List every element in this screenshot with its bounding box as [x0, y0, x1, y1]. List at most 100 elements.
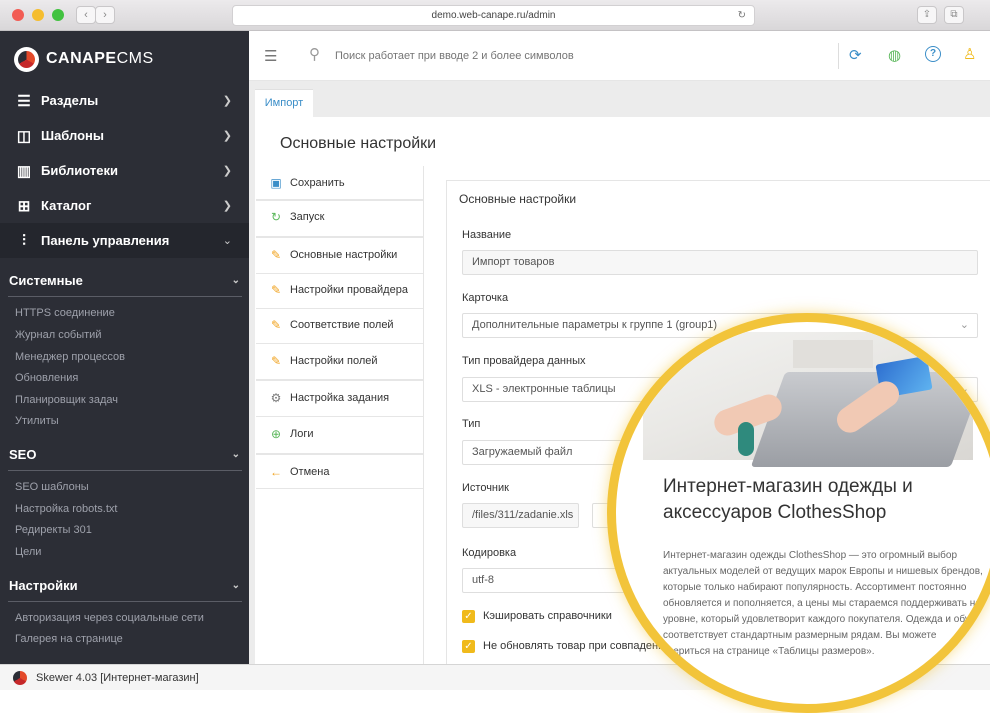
- nav-field-settings[interactable]: ✎ Настройки полей: [256, 353, 423, 369]
- reload-icon[interactable]: ↻: [738, 6, 746, 25]
- checkbox-label: Кэшировать справочники: [483, 610, 612, 622]
- minimize-window-button[interactable]: [32, 9, 44, 21]
- sidebar-item-label: Каталог: [41, 198, 92, 213]
- chevron-right-icon: ❯: [222, 95, 232, 107]
- section-seo-header[interactable]: SEO ⌄: [0, 437, 249, 471]
- plus-circle-icon: ⊕: [270, 427, 282, 441]
- action-label: Настройка задания: [290, 392, 390, 404]
- sidebar-item-label: Шаблоны: [41, 128, 104, 143]
- user-icon[interactable]: ♙: [963, 45, 976, 63]
- layout-icon: ◫: [16, 127, 32, 145]
- sidebar-link-https[interactable]: HTTPS соединение: [15, 307, 115, 319]
- action-label: Логи: [290, 428, 314, 440]
- brand-name: CANAPECMS: [46, 50, 154, 67]
- name-input[interactable]: Импорт товаров: [462, 250, 978, 275]
- divider: [256, 453, 423, 455]
- menu-toggle-icon[interactable]: ☰: [264, 47, 277, 65]
- sidebar-link-robots[interactable]: Настройка robots.txt: [15, 503, 117, 515]
- brand-logo[interactable]: CANAPECMS: [14, 46, 154, 72]
- sidebar-link-scheduler[interactable]: Планировщик задач: [15, 394, 118, 406]
- zoom-window-button[interactable]: [52, 9, 64, 21]
- action-label: Отмена: [290, 466, 330, 478]
- action-label: Настройки полей: [290, 355, 378, 367]
- gear-icon: ⚙: [270, 391, 282, 405]
- divider: [8, 470, 242, 471]
- save-button[interactable]: ▣ Сохранить: [256, 175, 423, 191]
- tabs-button[interactable]: ⧉: [944, 6, 964, 24]
- form-heading: Основные настройки: [459, 192, 577, 206]
- sidebar-link-social-auth[interactable]: Авторизация через социальные сети: [15, 612, 204, 624]
- nav-provider-settings[interactable]: ✎ Настройки провайдера: [256, 282, 423, 298]
- floppy-icon: ▣: [270, 176, 282, 190]
- sidebar-link-goals[interactable]: Цели: [15, 546, 41, 558]
- divider: [256, 199, 423, 201]
- search-input[interactable]: [335, 45, 815, 67]
- sync-icon[interactable]: ⟳: [849, 46, 862, 64]
- source-input[interactable]: /files/311/zadanie.xls: [462, 503, 579, 528]
- back-button[interactable]: ‹: [76, 6, 96, 24]
- status-text: Skewer 4.03 [Интернет-магазин]: [36, 671, 199, 684]
- chevron-down-icon: ⌄: [231, 579, 240, 591]
- page-title: Основные настройки: [280, 135, 437, 152]
- book-icon: ▥: [16, 162, 32, 180]
- sidebar-link-seo-templates[interactable]: SEO шаблоны: [15, 481, 89, 493]
- divider: [256, 308, 423, 309]
- section-system-header[interactable]: Системные ⌄: [0, 263, 249, 297]
- sidebar-link-event-log[interactable]: Журнал событий: [15, 329, 101, 341]
- divider: [256, 273, 423, 274]
- nav-task-settings[interactable]: ⚙ Настройка задания: [256, 390, 423, 406]
- site-preview-magnifier: Интернет-магазин одежды и аксессуаров Cl…: [607, 313, 990, 713]
- divider: [256, 236, 423, 238]
- sidebar-item-catalog[interactable]: ⊞ Каталог ❯: [0, 188, 249, 223]
- type-label: Тип: [462, 418, 481, 430]
- nav-field-mapping[interactable]: ✎ Соответствие полей: [256, 317, 423, 333]
- sidebar-link-gallery[interactable]: Галерея на странице: [15, 633, 123, 645]
- sidebar-item-control-panel[interactable]: ⫶ Панель управления ⌄: [0, 223, 249, 258]
- cache-dictionaries-checkbox[interactable]: ✓: [462, 610, 475, 623]
- forward-button[interactable]: ›: [95, 6, 115, 24]
- hero-image: [643, 332, 986, 467]
- sidebar-link-redirects[interactable]: Редиректы 301: [15, 524, 92, 536]
- close-window-button[interactable]: [12, 9, 24, 21]
- source-label: Источник: [462, 482, 509, 494]
- chevron-down-icon: ⌄: [231, 448, 240, 460]
- pencil-icon: ✎: [270, 354, 282, 368]
- name-label: Название: [462, 229, 512, 241]
- run-button[interactable]: ↻ Запуск: [256, 209, 423, 225]
- sidebar: CANAPECMS ☰ Разделы ❯ ◫ Шаблоны ❯ ▥ Библиотек…: [0, 31, 249, 664]
- select-value: XLS - электронные таблицы: [472, 383, 616, 395]
- section-title: Системные: [9, 272, 83, 288]
- sidebar-link-process-manager[interactable]: Менеджер процессов: [15, 351, 125, 363]
- section-title: SEO: [9, 446, 37, 462]
- chevron-right-icon: ❯: [222, 130, 232, 142]
- divider: [256, 379, 423, 381]
- search-icon: ⚲: [309, 46, 320, 63]
- address-bar[interactable]: demo.web-canape.ru/admin ↻: [232, 5, 755, 26]
- divider: [256, 416, 423, 417]
- help-icon[interactable]: ?: [925, 46, 941, 62]
- sidebar-link-utilities[interactable]: Утилиты: [15, 415, 59, 427]
- arrow-left-icon: ←: [270, 465, 282, 479]
- sidebar-item-libraries[interactable]: ▥ Библиотеки ❯: [0, 153, 249, 188]
- grid-icon: ⊞: [17, 197, 31, 215]
- provider-label: Тип провайдера данных: [462, 355, 586, 367]
- tab-import[interactable]: Импорт: [255, 89, 313, 117]
- action-label: Основные настройки: [290, 249, 398, 261]
- chevron-down-icon: ⌄: [222, 235, 232, 247]
- sidebar-item-label: Библиотеки: [41, 163, 119, 178]
- preview-title: Интернет-магазин одежды и аксессуаров Cl…: [663, 476, 913, 523]
- sidebar-item-templates[interactable]: ◫ Шаблоны ❯: [0, 118, 249, 153]
- section-settings-header[interactable]: Настройки ⌄: [0, 568, 249, 602]
- sidebar-item-sections[interactable]: ☰ Разделы ❯: [0, 83, 249, 118]
- divider: [8, 601, 242, 602]
- globe-icon[interactable]: ◍: [888, 46, 901, 64]
- share-button[interactable]: ⇪: [917, 6, 937, 24]
- chevron-down-icon: ⌄: [231, 274, 240, 286]
- nav-logs[interactable]: ⊕ Логи: [256, 426, 423, 442]
- nav-basic-settings[interactable]: ✎ Основные настройки: [256, 247, 423, 263]
- sidebar-link-updates[interactable]: Обновления: [15, 372, 78, 384]
- action-nav: [255, 166, 424, 664]
- skip-update-checkbox[interactable]: ✓: [462, 640, 475, 653]
- cancel-button[interactable]: ← Отмена: [256, 464, 423, 480]
- divider: [256, 343, 423, 344]
